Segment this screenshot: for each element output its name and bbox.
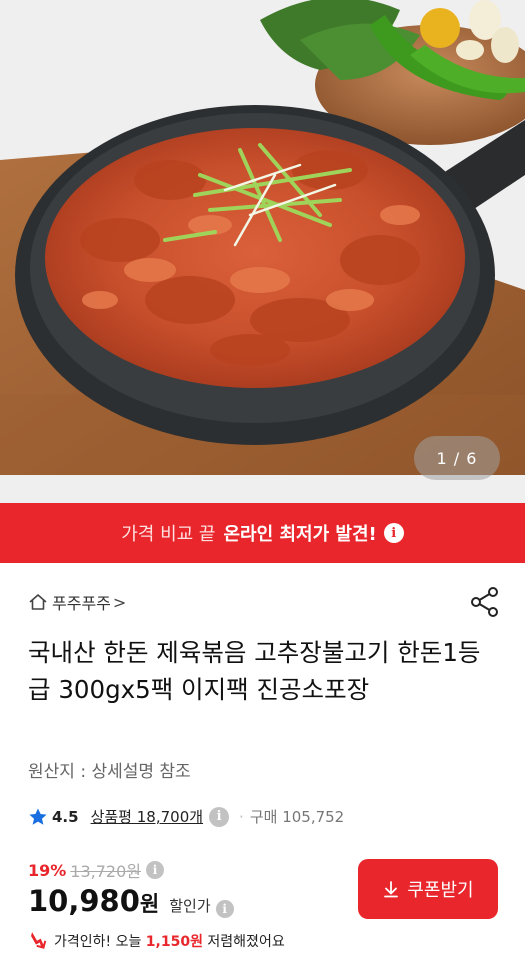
- info-icon[interactable]: i: [209, 806, 230, 827]
- price-drop-amount: 1,150원: [145, 934, 203, 950]
- image-counter: 1 / 6: [414, 436, 500, 480]
- price-drop-prefix: 가격인하! 오늘: [54, 934, 146, 950]
- chevron-right-icon: >: [112, 592, 127, 612]
- separator-dot: ·: [239, 807, 244, 826]
- origin-info: 원산지 : 상세설명 참조: [28, 762, 191, 782]
- coupon-button-label: 쿠폰받기: [407, 880, 474, 901]
- discount-row: 19% 13,720원 i: [28, 858, 165, 882]
- info-icon[interactable]: i: [146, 861, 165, 879]
- sale-price: 10,980: [28, 884, 140, 918]
- banner-highlight: 온라인 최저가 발견!: [223, 524, 377, 545]
- info-icon[interactable]: i: [215, 900, 234, 918]
- original-price: 13,720원: [70, 862, 142, 881]
- product-image-gallery[interactable]: 1 / 6: [0, 0, 525, 503]
- rating-row: 4.5 상품평 18,700개 i · 구매 105,752: [28, 806, 344, 827]
- rating-score: 4.5: [52, 807, 79, 826]
- product-photo: [0, 0, 525, 503]
- star-icon: [29, 808, 47, 825]
- price-drop-notice: 가격인하! 오늘 1,150원 저렴해졌어요: [28, 931, 285, 951]
- banner-prefix: 가격 비교 끝: [121, 524, 216, 545]
- discount-percent: 19%: [28, 860, 67, 880]
- share-icon[interactable]: [468, 585, 502, 619]
- store-link[interactable]: 푸주푸주 >: [28, 590, 126, 614]
- info-icon[interactable]: i: [383, 523, 404, 543]
- get-coupon-button[interactable]: 쿠폰받기: [358, 859, 498, 919]
- price-down-arrow-icon: [31, 932, 47, 949]
- lowest-price-banner[interactable]: 가격 비교 끝 온라인 최저가 발견! i: [0, 503, 525, 563]
- review-count-link[interactable]: 상품평 18,700개: [91, 806, 203, 827]
- product-title: 국내산 한돈 제육볶음 고추장불고기 한돈1등급 300gx5팩 이지팩 진공소…: [28, 638, 481, 704]
- purchase-count: 구매 105,752: [249, 808, 345, 826]
- home-icon: [29, 594, 47, 610]
- discount-price-label: 할인가: [169, 897, 211, 915]
- price-drop-suffix: 저렴해졌어요: [202, 934, 285, 950]
- price-row: 10,980 원 할인가 i: [28, 884, 234, 918]
- store-name: 푸주푸주: [52, 594, 111, 613]
- currency-unit: 원: [139, 892, 160, 916]
- download-arrow-icon: [384, 881, 399, 898]
